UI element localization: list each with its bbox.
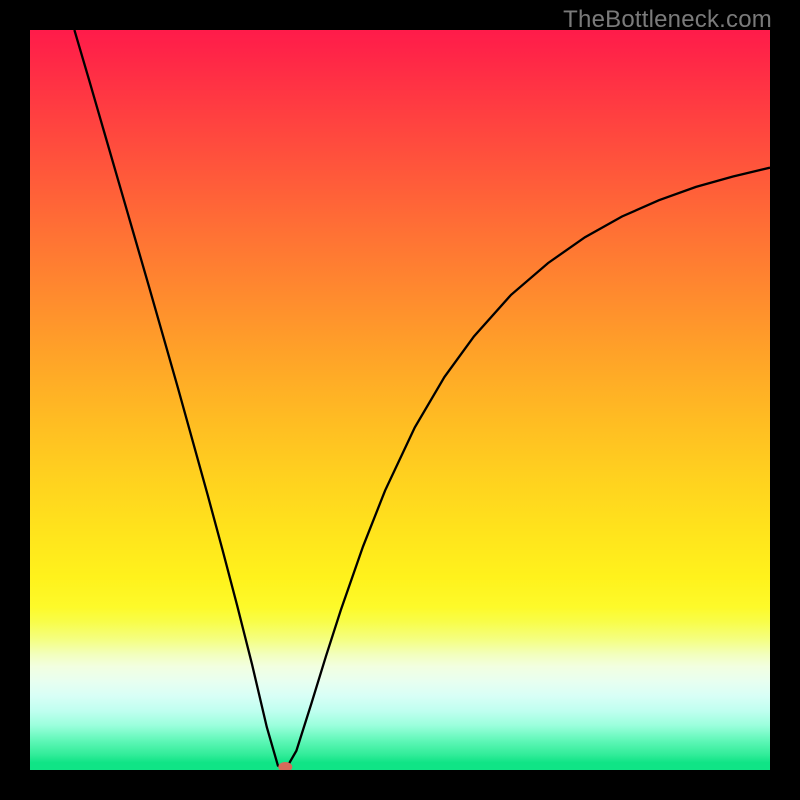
plot-area [30, 30, 770, 770]
watermark-text: TheBottleneck.com [563, 6, 772, 34]
curve-right-branch [285, 168, 770, 770]
chart-frame: TheBottleneck.com [0, 0, 800, 800]
curve-layer [30, 30, 770, 770]
curve-left-branch [74, 30, 285, 770]
